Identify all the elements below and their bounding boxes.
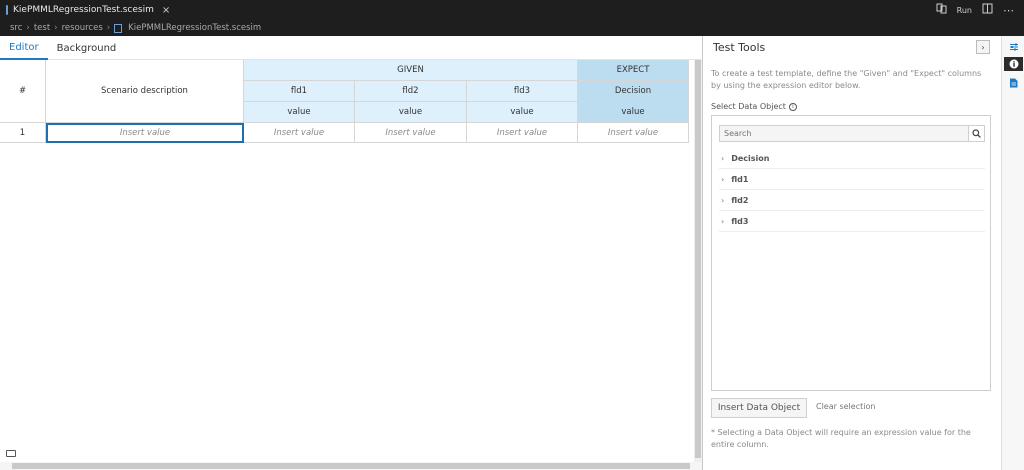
file-icon	[6, 5, 8, 15]
breadcrumb-src[interactable]: src	[10, 23, 22, 33]
chevron-right-icon: ›	[721, 196, 725, 205]
search-button[interactable]	[968, 126, 984, 141]
documentation-button[interactable]	[1004, 76, 1023, 90]
more-actions-icon[interactable]: ⋯	[1003, 4, 1014, 17]
row-cell-fld3[interactable]: Insert value	[467, 123, 578, 143]
scrollbar-thumb[interactable]	[695, 60, 701, 458]
chevron-right-icon: ›	[721, 154, 725, 163]
file-tab-title: KiePMMLRegressionTest.scesim	[13, 5, 154, 15]
document-icon	[1010, 78, 1018, 88]
tab-background[interactable]: Background	[48, 36, 126, 60]
column-subheader-fld3[interactable]: value	[467, 102, 578, 123]
tree-item-label: fld1	[731, 175, 749, 184]
compare-icon[interactable]	[936, 3, 947, 17]
row-cell-fld1[interactable]: Insert value	[244, 123, 355, 143]
insert-data-object-button[interactable]: Insert Data Object	[711, 398, 807, 418]
breadcrumb: src › test › resources › KiePMMLRegressi…	[0, 20, 1024, 36]
panel-description: To create a test template, define the "G…	[711, 69, 982, 90]
column-header-fld3[interactable]: fld3	[467, 81, 578, 102]
row-description-cell[interactable]: Insert value	[46, 123, 244, 143]
tree-item-fld1[interactable]: › fld1	[719, 170, 985, 190]
chevron-right-icon: ›	[106, 23, 111, 33]
select-data-object-label: Select Data Object i	[711, 102, 797, 111]
tree-item-fld2[interactable]: › fld2	[719, 191, 985, 211]
breadcrumb-test[interactable]: test	[34, 23, 50, 33]
vertical-scrollbar[interactable]	[694, 60, 702, 466]
info-panel-button[interactable]	[1004, 57, 1023, 71]
expect-header[interactable]: EXPECT	[578, 60, 689, 81]
tree-item-label: fld2	[731, 196, 749, 205]
breadcrumb-resources[interactable]: resources	[62, 23, 103, 33]
editor-tabs: Editor Background	[0, 36, 702, 60]
settings-sliders-button[interactable]	[1004, 40, 1023, 54]
tree-item-decision[interactable]: › Decision	[719, 149, 985, 169]
column-header-fld1[interactable]: fld1	[244, 81, 355, 102]
search-box	[719, 125, 985, 142]
test-tools-panel: Test Tools › To create a test template, …	[703, 36, 1001, 470]
panel-title: Test Tools	[713, 41, 766, 54]
search-input[interactable]	[720, 126, 968, 141]
column-header-decision[interactable]: Decision	[578, 81, 689, 102]
column-subheader-fld1[interactable]: value	[244, 102, 355, 123]
keyboard-icon[interactable]	[6, 450, 16, 457]
data-object-tree: › Decision › fld1 › fld2 › fld3	[711, 115, 991, 391]
chevron-right-icon: ›	[26, 23, 30, 33]
chevron-right-icon: ›	[54, 23, 58, 33]
close-icon[interactable]: ×	[162, 5, 170, 16]
search-icon	[972, 129, 981, 138]
footnote: * Selecting a Data Object will require a…	[711, 428, 971, 449]
editor-tab-bar: KiePMMLRegressionTest.scesim × Run ⋯	[0, 0, 1024, 20]
sliders-icon	[1009, 43, 1018, 51]
select-data-object-text: Select Data Object	[711, 102, 786, 111]
info-icon	[1009, 59, 1018, 69]
title-actions: Run ⋯	[936, 0, 1024, 20]
chevron-right-icon: ›	[721, 217, 725, 226]
column-subheader-decision[interactable]: value	[578, 102, 689, 123]
collapse-panel-button[interactable]: ›	[976, 40, 990, 54]
info-icon[interactable]: i	[788, 102, 797, 111]
row-cell-decision[interactable]: Insert value	[578, 123, 689, 143]
horizontal-scrollbar[interactable]	[0, 462, 702, 470]
chevron-right-icon: ›	[721, 175, 725, 184]
scrollbar-thumb[interactable]	[12, 463, 690, 469]
split-editor-icon[interactable]	[982, 3, 993, 17]
tab-editor[interactable]: Editor	[0, 36, 48, 60]
row-cell-fld2[interactable]: Insert value	[355, 123, 467, 143]
index-header: #	[0, 60, 46, 123]
tree-item-label: fld3	[731, 217, 749, 226]
file-icon	[114, 23, 123, 33]
clear-selection-button[interactable]: Clear selection	[816, 402, 875, 411]
given-header[interactable]: GIVEN	[244, 60, 578, 81]
right-rail	[1001, 36, 1024, 470]
breadcrumb-file[interactable]: KiePMMLRegressionTest.scesim	[128, 23, 261, 33]
description-header[interactable]: Scenario description	[46, 60, 244, 123]
column-header-fld2[interactable]: fld2	[355, 81, 467, 102]
row-index: 1	[0, 123, 46, 143]
tree-item-fld3[interactable]: › fld3	[719, 212, 985, 232]
tree-item-label: Decision	[731, 154, 770, 163]
file-tab[interactable]: KiePMMLRegressionTest.scesim ×	[0, 0, 170, 20]
run-button[interactable]: Run	[957, 6, 972, 15]
column-subheader-fld2[interactable]: value	[355, 102, 467, 123]
